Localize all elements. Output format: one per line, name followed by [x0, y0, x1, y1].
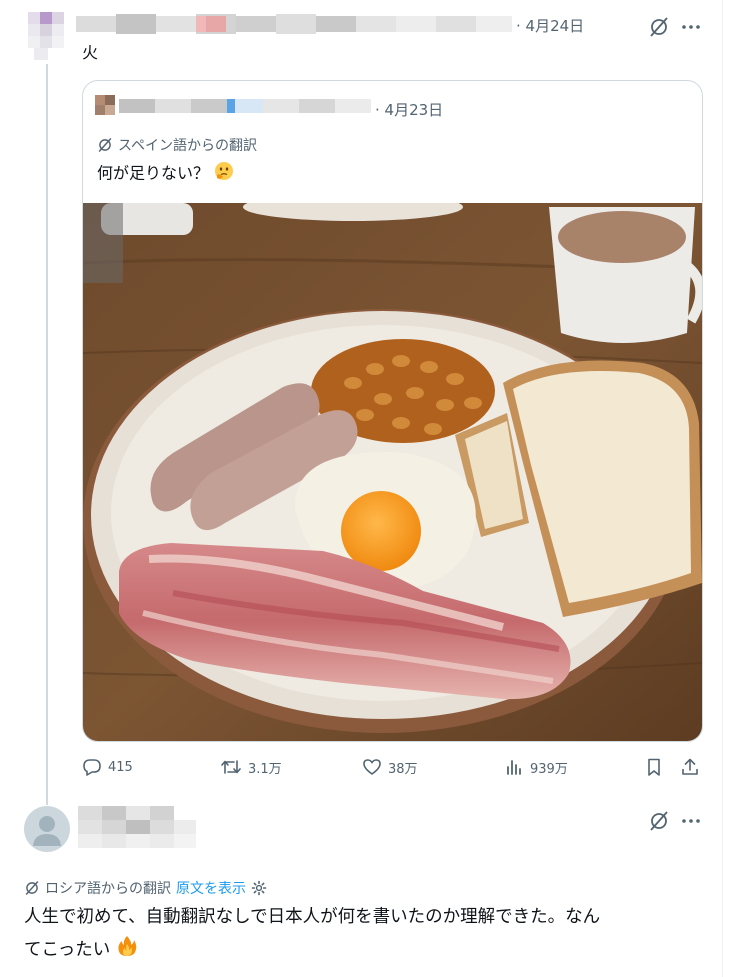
quoted-tweet-card[interactable]: · 4月23日 スペイン語からの翻訳 何が足りない？: [82, 80, 703, 742]
tweet-action-bar: 415 3.1万 38万 939万: [82, 752, 722, 782]
more-dots-icon[interactable]: [678, 14, 704, 40]
timeline-border: [722, 0, 723, 977]
quoted-translation-note: スペイン語からの翻訳: [97, 135, 257, 155]
like-count: 38万: [388, 761, 418, 777]
reply-bubble-icon: [83, 759, 101, 776]
reply-username-blurred[interactable]: [78, 806, 198, 858]
grok-slash-icon: [98, 137, 112, 153]
quoted-username-blurred: [119, 97, 371, 115]
reply-translation-label: ロシア語からの翻訳: [45, 881, 171, 897]
gear-icon[interactable]: [251, 880, 267, 896]
tweet1-avatar-blurred[interactable]: [24, 6, 70, 64]
quoted-text: 何が足りない？: [97, 161, 234, 187]
reply-button[interactable]: 415: [82, 752, 133, 782]
more-dots-icon[interactable]: [678, 808, 704, 834]
fire-emoji: [116, 935, 138, 965]
reply-count: 415: [108, 759, 133, 775]
like-button[interactable]: 38万: [362, 752, 418, 782]
quoted-text-body: 何が足りない？: [97, 163, 210, 183]
views-button[interactable]: 939万: [504, 752, 568, 782]
grok-slash-icon[interactable]: [646, 14, 672, 40]
bookmark-icon: [648, 758, 660, 776]
tweet1-date[interactable]: · 4月24日: [516, 15, 584, 36]
quoted-avatar-blurred: [95, 95, 115, 115]
retweet-count: 3.1万: [248, 761, 282, 777]
tweet1-username-blurred[interactable]: [76, 12, 514, 38]
retweet-icon: [221, 760, 241, 774]
bookmark-button[interactable]: [644, 752, 664, 782]
quoted-date[interactable]: · 4月23日: [375, 99, 443, 120]
grok-slash-icon[interactable]: [646, 808, 672, 834]
reply-avatar-default[interactable]: [24, 806, 70, 852]
quoted-translation-label: スペイン語からの翻訳: [118, 138, 258, 154]
reply-text-line2: てこったい: [24, 935, 138, 965]
grok-slash-icon: [25, 880, 39, 896]
thread-connector-line: [46, 64, 48, 805]
reply-text-line1: 人生で初めて、自動翻訳なしで日本人が何を書いたのか理解できた。なん: [24, 907, 601, 927]
breakfast-photo[interactable]: [83, 203, 702, 741]
show-original-link[interactable]: 原文を表示: [176, 878, 246, 898]
thinking-face-emoji: [214, 161, 234, 187]
views-bars-icon: [507, 760, 521, 775]
share-icon: [682, 758, 698, 775]
reply-text-line2-body: てこったい: [24, 940, 111, 960]
tweet1-text: 火: [82, 43, 99, 62]
views-count: 939万: [530, 761, 568, 777]
share-button[interactable]: [680, 752, 700, 782]
reply-translation-note: ロシア語からの翻訳 原文を表示: [24, 878, 267, 898]
retweet-button[interactable]: 3.1万: [220, 752, 282, 782]
heart-icon: [363, 759, 381, 775]
